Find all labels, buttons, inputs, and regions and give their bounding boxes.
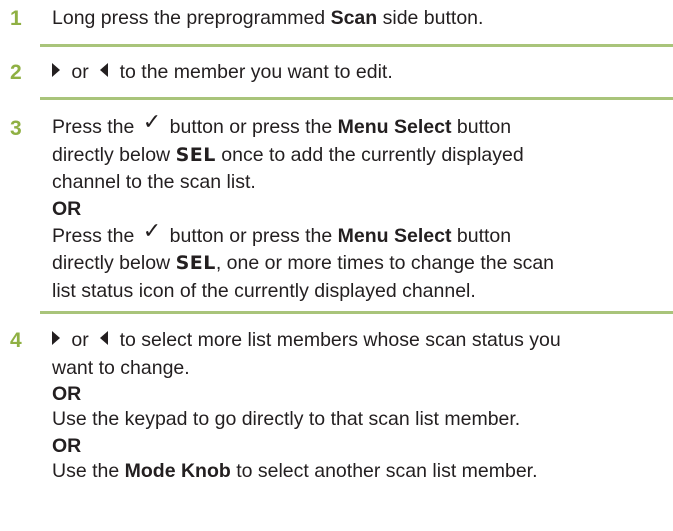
divider <box>40 311 673 314</box>
or-separator: OR <box>52 434 82 457</box>
step-number: 4 <box>10 329 22 352</box>
sel-softkey-label: SEL <box>175 252 216 274</box>
step-number: 1 <box>10 7 22 30</box>
step-number: 2 <box>10 61 22 84</box>
step-number: 3 <box>10 117 22 140</box>
step-text: Long press the preprogrammed Scan side b… <box>52 7 484 29</box>
checkmark-icon: ✓ <box>142 218 162 244</box>
right-arrow-icon <box>52 331 60 345</box>
divider <box>40 97 673 100</box>
or-separator: OR <box>52 197 82 220</box>
step-text: or to select more list members whose sca… <box>40 327 670 485</box>
sel-softkey-label: SEL <box>175 143 216 166</box>
or-separator: OR <box>52 383 82 405</box>
left-arrow-icon <box>100 331 109 345</box>
right-arrow-icon <box>52 63 60 77</box>
step-text: Press the ✓ button or press the Menu Sel… <box>52 112 667 305</box>
divider <box>40 44 673 47</box>
step-text: or to the member you want to edit. <box>40 59 655 87</box>
checkmark-icon: ✓ <box>142 110 162 135</box>
left-arrow-icon <box>100 63 109 77</box>
